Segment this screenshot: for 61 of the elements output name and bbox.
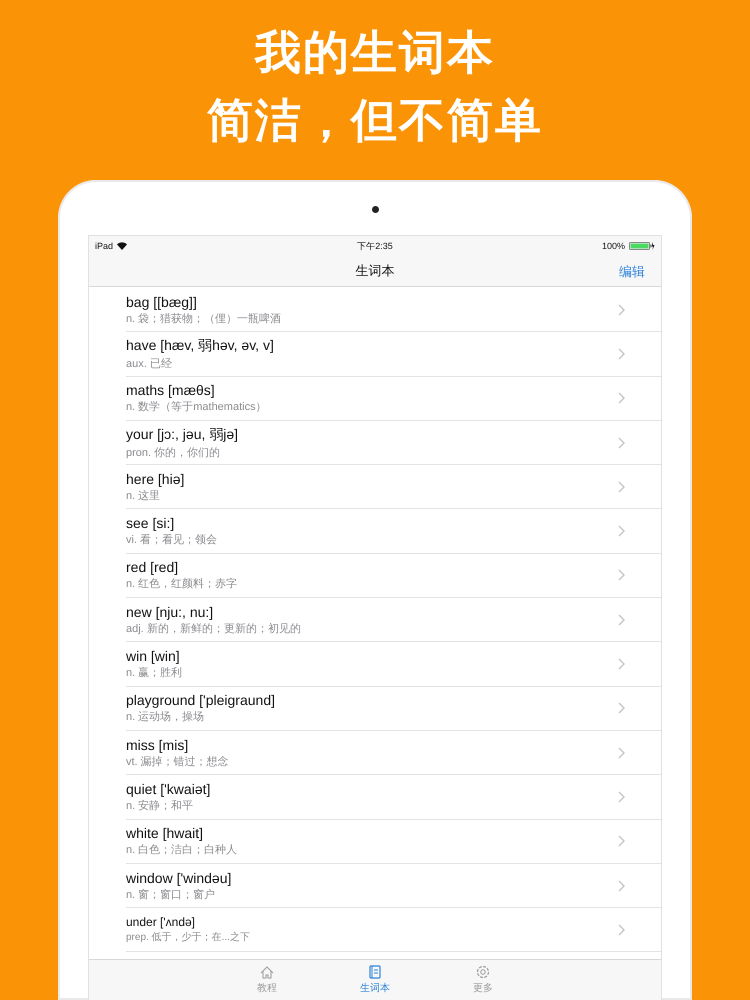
settings-icon xyxy=(476,965,490,979)
meaning-text: adj. 新的，新鲜的；更新的；初见的 xyxy=(126,622,302,636)
meaning-text: n. 赢；胜利 xyxy=(126,666,184,680)
camera-dot xyxy=(372,206,378,213)
word-text: here [hiə] xyxy=(126,470,186,487)
battery-icon xyxy=(629,242,655,250)
nav-title: 生词本 xyxy=(356,262,394,280)
chevron-icon xyxy=(618,436,625,449)
home-icon xyxy=(260,966,274,978)
chevron-icon xyxy=(618,480,625,493)
chevron-icon xyxy=(618,525,625,538)
word-text: bag [[bæg]] xyxy=(126,294,198,310)
chevron-icon xyxy=(618,746,625,759)
meaning-text: n. 安静；和平 xyxy=(126,798,194,813)
meaning-text: n. 袋；猎获物；（俚）一瓶啤酒 xyxy=(126,312,282,326)
meaning-text: pron. 你的，你们的 xyxy=(126,446,222,460)
word-text: see [si:] xyxy=(126,515,176,532)
word-text: playground ['pleigraund] xyxy=(126,692,276,708)
edit-link[interactable]: 编辑 xyxy=(619,263,645,281)
headline-text: 简洁，但不简单 xyxy=(207,92,543,149)
chevron-icon xyxy=(618,348,625,360)
word-text: under ['ʌndə] xyxy=(126,915,196,930)
word-text: window ['windəu] xyxy=(126,870,232,886)
meaning-text: vt. 漏掉；错过；想念 xyxy=(126,754,230,769)
word-text: your [jɔ:, jəu, 弱jə] xyxy=(126,426,240,444)
chevron-icon xyxy=(618,790,625,803)
word-text: win [win] xyxy=(126,648,181,664)
device-label: iPad xyxy=(95,241,114,251)
meaning-text: prep. 低于，少于；在...之下 xyxy=(126,930,251,944)
meaning-text: n. 运动场，操场 xyxy=(126,710,206,724)
battery-text: 100% xyxy=(602,241,625,251)
notebook-icon xyxy=(369,965,381,979)
word-text: white [hwait] xyxy=(126,825,204,842)
meaning-text: n. 窗；窗口；窗户 xyxy=(126,888,216,902)
meaning-text: n. 这里 xyxy=(126,488,162,503)
chevron-icon xyxy=(618,658,625,670)
chevron-icon xyxy=(618,304,625,316)
headline-text: 我的生词本 xyxy=(255,24,495,81)
word-text: red [red] xyxy=(126,559,180,576)
word-text: have [hæv, 弱həv, əv, v] xyxy=(126,336,275,355)
tab-item[interactable]: 生词本 xyxy=(351,960,399,1000)
meaning-text: aux. 已经 xyxy=(126,356,173,371)
word-text: new [nju:, nu:] xyxy=(126,604,214,620)
chevron-icon xyxy=(618,702,625,714)
chevron-icon xyxy=(618,880,625,892)
tab-item[interactable]: 更多 xyxy=(459,960,507,1000)
chevron-icon xyxy=(618,835,625,848)
chevron-icon xyxy=(618,392,625,404)
chevron-icon xyxy=(618,569,625,582)
chevron-icon xyxy=(618,614,625,626)
word-text: miss [mis] xyxy=(126,736,190,753)
tab-item[interactable]: 教程 xyxy=(243,960,291,1000)
wifi-icon xyxy=(117,242,128,250)
meaning-text: vi. 看；看见；领会 xyxy=(126,533,218,548)
chevron-icon xyxy=(618,924,625,936)
meaning-text: n. 数学（等于mathematics） xyxy=(126,400,268,414)
word-text: maths [mæθs] xyxy=(126,382,216,398)
meaning-text: n. 白色；洁白；白种人 xyxy=(126,843,238,858)
status-time: 下午2:35 xyxy=(357,240,393,252)
meaning-text: n. 红色，红颜料；赤字 xyxy=(126,576,238,592)
word-text: quiet ['kwaiət] xyxy=(126,780,212,797)
